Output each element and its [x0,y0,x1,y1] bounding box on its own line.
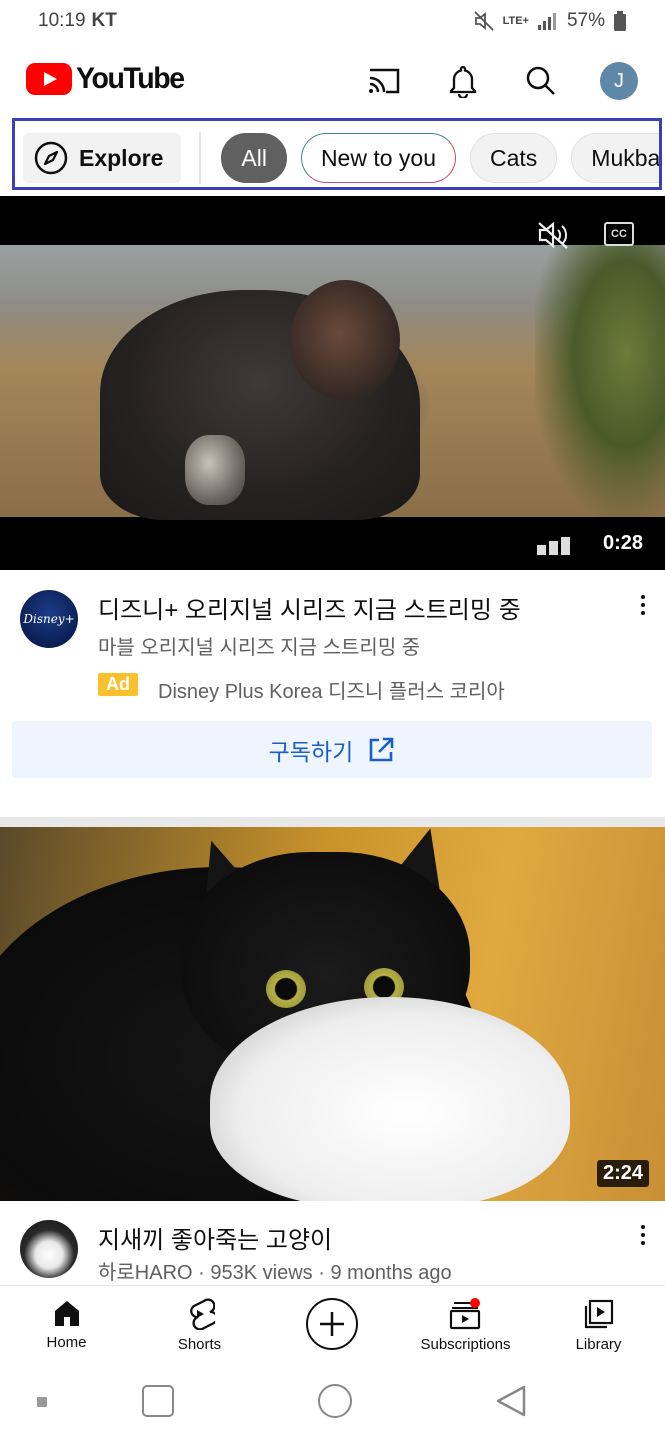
cast-icon[interactable] [366,63,402,99]
compass-icon [34,141,68,175]
bottom-navigation: Home Shorts Subscriptions Library [0,1285,665,1367]
ad-subtitle: 마블 오리지널 시리즈 지금 스트리밍 중 [98,637,421,659]
chip-new-to-you[interactable]: New to you [300,133,456,183]
cat-video-thumbnail[interactable] [0,827,665,1201]
nav-subscriptions[interactable]: Subscriptions [399,1286,532,1368]
nav-library[interactable]: Library [532,1286,665,1368]
palm-foliage [535,245,665,517]
ad-badge: Ad [98,673,138,696]
home-icon [54,1301,79,1326]
ad-more-options-icon[interactable] [631,590,655,620]
subscriptions-icon [449,1298,480,1330]
haro-channel-avatar[interactable] [20,1220,78,1278]
subscribe-cta-button[interactable]: 구독하기 [12,721,652,778]
status-carrier: KT [91,10,117,31]
battery-icon [614,11,626,31]
disney-channel-avatar[interactable]: Disney+ [20,590,78,648]
meta-separator: · [198,1262,205,1284]
back-button[interactable] [494,1383,528,1419]
recents-button[interactable] [142,1385,174,1417]
cta-label: 구독하기 [268,738,354,765]
nav-subscriptions-label: Subscriptions [420,1336,511,1353]
nav-shorts-label: Shorts [177,1336,222,1353]
battery-percent: 57% [566,10,605,31]
ad-title[interactable]: 디즈니+ 오리지널 시리즈 지금 스트리밍 중 [98,590,521,625]
notifications-bell-icon[interactable] [445,63,481,99]
library-icon [584,1299,613,1329]
muted-volume-icon[interactable] [536,220,570,250]
home-button[interactable] [318,1384,352,1418]
external-link-icon [370,737,394,761]
ad-advertiser: Disney Plus Korea 디즈니 플러스 코리아 [158,681,505,703]
meta-separator: · [318,1262,325,1284]
ad-progress-bars-icon [537,537,570,555]
shorts-icon [189,1298,215,1330]
disney-logo-text: Disney+ [23,612,75,626]
youtube-play-icon [26,63,72,95]
ad-video-duration: 0:28 [603,532,644,554]
white-kitten-fur [210,997,570,1201]
network-type: LTE+ [502,14,529,27]
status-bar: 10:19 KT LTE+ 57% [0,0,665,42]
cat-video-title[interactable]: 지새끼 좋아죽는 고양이 [98,1220,332,1255]
mute-status-icon [473,11,494,31]
filter-chip-bar: Explore All New to you Cats Mukbang [12,118,662,190]
cat-video-meta: 하로HARO · 953K views · 9 months ago [98,1256,452,1285]
figure-armor-plate [185,435,245,505]
plus-icon [320,1312,344,1336]
chip-all[interactable]: All [221,133,287,183]
status-time: 10:19 [38,10,86,31]
nav-library-label: Library [575,1336,622,1353]
feed-separator [0,817,665,827]
account-avatar[interactable]: J [600,62,638,100]
signal-icon [537,13,556,30]
cat-video-more-options-icon[interactable] [631,1220,655,1250]
nav-home-label: Home [46,1334,87,1351]
app-header: YouTube J [0,50,665,112]
video-age: 9 months ago [330,1262,452,1284]
nav-home[interactable]: Home [0,1286,133,1368]
cat-video-duration: 2:24 [597,1160,650,1187]
closed-captions-icon[interactable]: CC [604,222,634,246]
chip-mukbang[interactable]: Mukbang [571,133,659,183]
android-system-nav [0,1367,665,1440]
video-views: 953K views [210,1262,313,1284]
ad-video-player[interactable]: CC 0:28 [0,196,665,570]
logo-text: YouTube [76,62,185,95]
dot-indicator [37,1397,47,1407]
chip-explore[interactable]: Explore [23,133,182,183]
figure-head [290,280,400,400]
youtube-logo[interactable]: YouTube [26,62,189,96]
chip-divider [199,132,202,184]
chip-explore-label: Explore [79,144,164,171]
cat-eye-left [266,970,306,1008]
nav-shorts[interactable]: Shorts [133,1286,266,1368]
chip-cats[interactable]: Cats [470,133,558,183]
create-button[interactable] [306,1298,358,1350]
video-channel[interactable]: 하로HARO [98,1262,193,1284]
search-icon[interactable] [523,63,559,99]
ad-video-frame [0,245,665,520]
